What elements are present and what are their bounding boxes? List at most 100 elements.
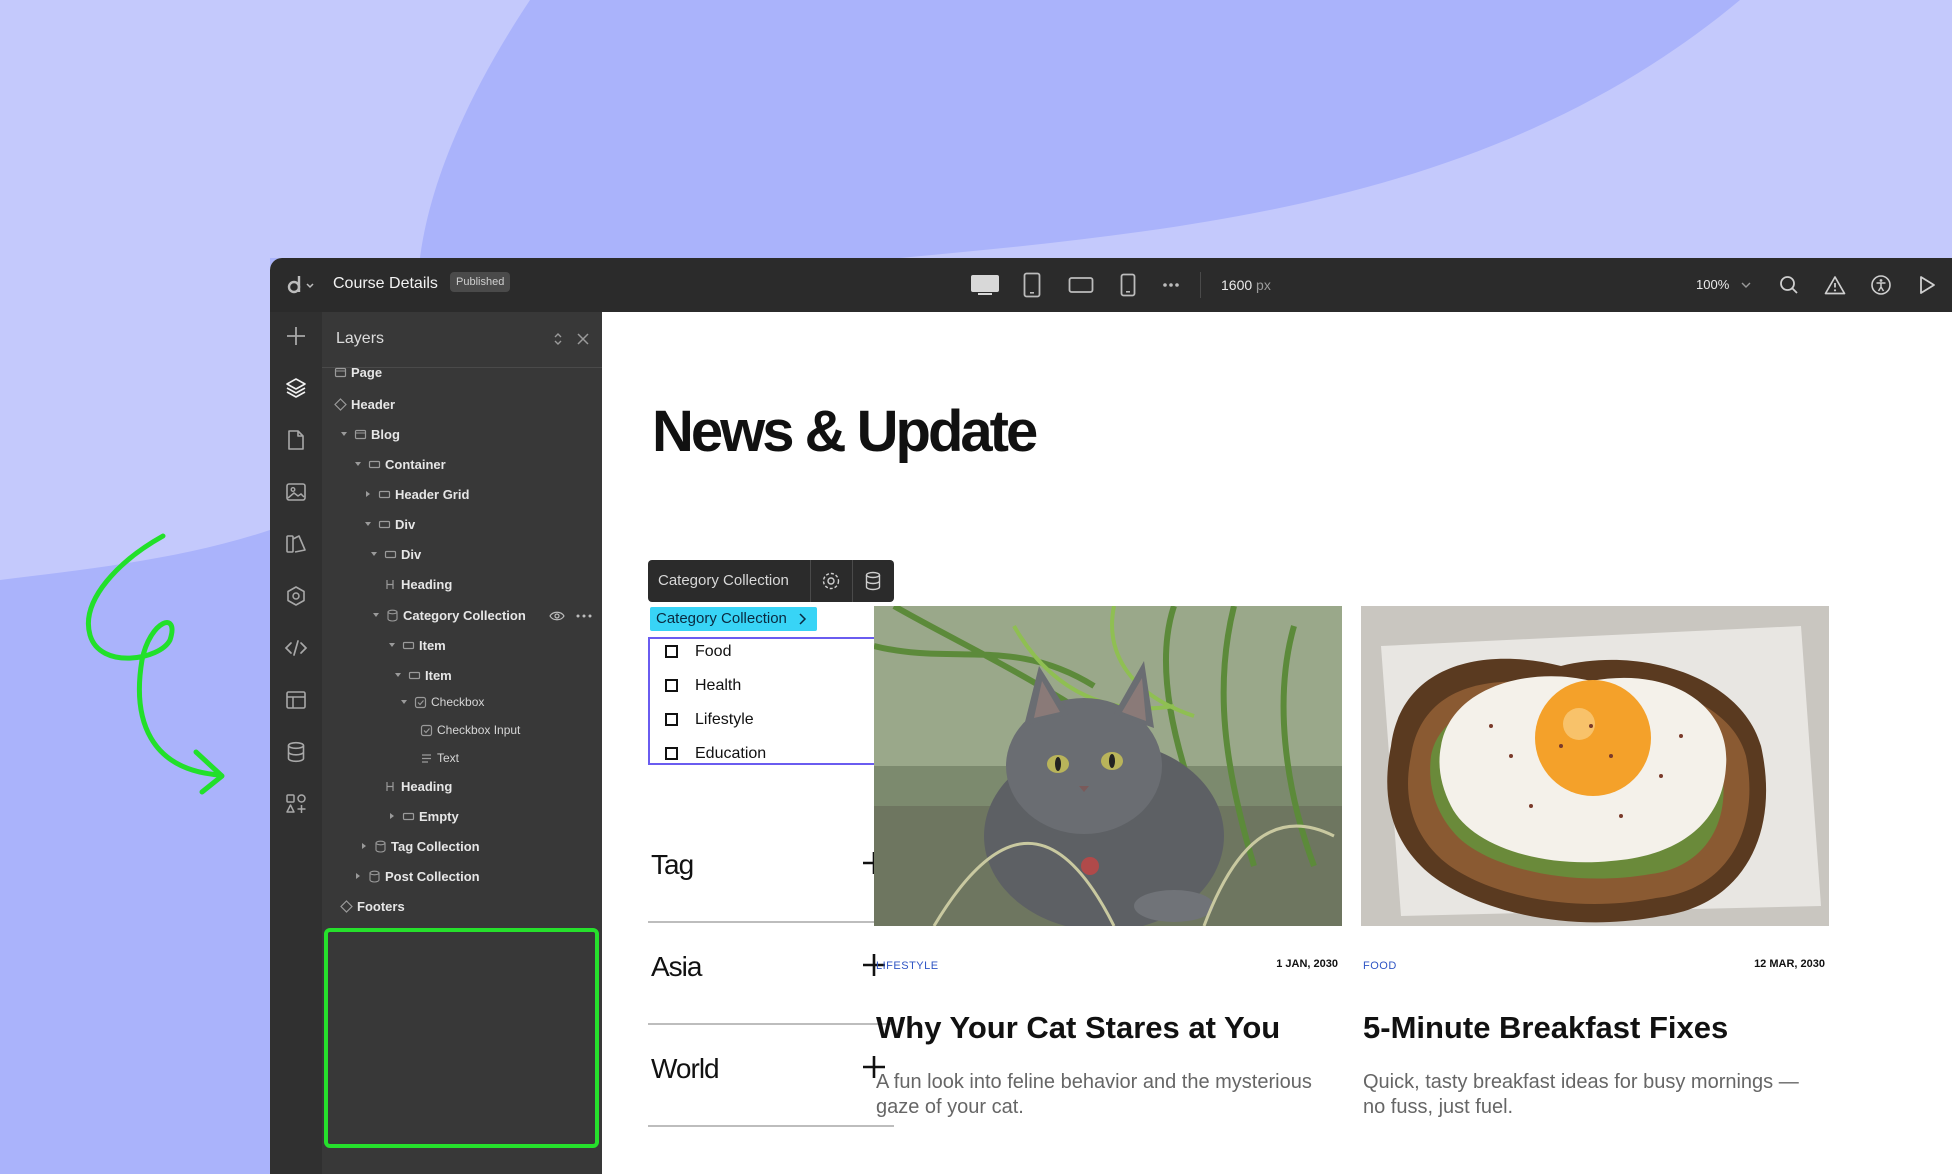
search-icon[interactable]	[1776, 272, 1802, 298]
collection-icon	[387, 609, 398, 622]
project-title[interactable]: Course Details	[333, 275, 438, 293]
layer-row[interactable]: Checkbox	[322, 692, 602, 714]
settings-gear-icon[interactable]	[821, 571, 841, 591]
styles-icon[interactable]	[282, 530, 310, 558]
caret-right-icon[interactable]	[388, 812, 396, 820]
caret-right-icon[interactable]	[364, 490, 372, 498]
div-icon	[378, 490, 391, 499]
warning-icon[interactable]	[1822, 272, 1848, 298]
checkbox-input[interactable]	[665, 747, 678, 760]
zoom-select[interactable]: 100%	[1696, 277, 1751, 292]
checkbox-label: Education	[695, 745, 767, 762]
component-icon	[334, 398, 347, 411]
components-icon[interactable]	[282, 582, 310, 610]
heading-icon	[386, 580, 394, 589]
post-image[interactable]	[874, 606, 1342, 926]
database-icon[interactable]	[864, 571, 882, 591]
caret-down-icon[interactable]	[372, 611, 380, 619]
category-checkbox[interactable]: Food	[665, 643, 865, 663]
layer-row[interactable]: Heading	[322, 574, 602, 596]
accordion-item[interactable]: Asia	[648, 923, 894, 1025]
landscape-view-icon[interactable]	[1068, 270, 1094, 300]
tablet-view-icon[interactable]	[1022, 270, 1042, 300]
layer-row[interactable]: Post Collection	[322, 866, 602, 888]
accordion-item[interactable]: World	[648, 1025, 894, 1127]
add-element-icon[interactable]	[282, 322, 310, 350]
layer-row[interactable]: Container	[322, 454, 602, 476]
layer-label: Container	[385, 457, 446, 472]
layer-row[interactable]: Tag Collection	[322, 836, 602, 858]
layer-row[interactable]: Item	[322, 665, 602, 687]
layer-row[interactable]: Item	[322, 635, 602, 657]
element-toolbar-label[interactable]: Category Collection	[658, 572, 789, 589]
layers-panel-header: Layers	[322, 312, 602, 368]
selected-element-tag[interactable]: Category Collection	[650, 607, 817, 631]
database-icon[interactable]	[282, 738, 310, 766]
checkbox-icon	[420, 724, 433, 737]
layer-row[interactable]: Empty	[322, 806, 602, 828]
category-checkbox[interactable]: Lifestyle	[665, 711, 865, 731]
div-icon	[402, 812, 415, 821]
caret-right-icon[interactable]	[354, 872, 362, 880]
post-title[interactable]: 5-Minute Breakfast Fixes	[1363, 1010, 1728, 1046]
cat-photo	[874, 606, 1342, 926]
caret-down-icon[interactable]	[340, 430, 348, 438]
app-logo-icon[interactable]	[286, 272, 316, 298]
layer-row[interactable]: Div	[322, 514, 602, 536]
more-options-icon[interactable]	[576, 613, 592, 619]
code-icon[interactable]	[282, 634, 310, 662]
layer-label: Header Grid	[395, 487, 470, 502]
apps-icon[interactable]	[282, 790, 310, 818]
mobile-view-icon[interactable]	[1120, 270, 1136, 300]
layer-row[interactable]: Header	[322, 394, 602, 416]
post-category[interactable]: FOOD	[1363, 960, 1397, 972]
canvas-width-readout[interactable]: 1600 px	[1221, 277, 1271, 293]
page-heading[interactable]: News & Update	[652, 398, 1038, 465]
checkbox-icon	[414, 696, 427, 709]
caret-down-icon[interactable]	[400, 698, 408, 706]
caret-down-icon[interactable]	[354, 460, 362, 468]
visibility-eye-icon[interactable]	[549, 609, 565, 623]
more-devices-icon[interactable]	[1162, 270, 1180, 300]
layout-icon[interactable]	[282, 686, 310, 714]
checkbox-input[interactable]	[665, 679, 678, 692]
pages-icon[interactable]	[282, 426, 310, 454]
layer-row[interactable]: Heading	[322, 776, 602, 798]
caret-down-icon[interactable]	[388, 641, 396, 649]
post-image[interactable]	[1361, 606, 1829, 926]
page-icon	[334, 367, 347, 378]
sort-icon[interactable]	[549, 330, 567, 348]
caret-down-icon[interactable]	[364, 520, 372, 528]
layer-row[interactable]: Div	[322, 544, 602, 566]
category-checkbox[interactable]: Health	[665, 677, 865, 697]
layer-label: Item	[419, 638, 446, 653]
layer-label: Header	[351, 397, 396, 412]
caret-down-icon[interactable]	[370, 550, 378, 558]
layer-row[interactable]: Category Collection	[322, 605, 602, 627]
caret-down-icon[interactable]	[394, 671, 402, 679]
layer-label: Heading	[401, 779, 453, 794]
category-checkbox[interactable]: Education	[665, 745, 865, 765]
accordion-item[interactable]: Tag	[648, 821, 894, 923]
layer-row[interactable]: Page	[322, 362, 602, 384]
layer-row[interactable]: Footers	[322, 896, 602, 918]
checkbox-input[interactable]	[665, 645, 678, 658]
play-preview-icon[interactable]	[1914, 272, 1940, 298]
accessibility-icon[interactable]	[1868, 272, 1894, 298]
layer-row[interactable]: Checkbox Input	[322, 720, 602, 742]
post-category[interactable]: LIFESTYLE	[876, 960, 939, 972]
checkbox-input[interactable]	[665, 713, 678, 726]
close-icon[interactable]	[574, 330, 592, 348]
top-bar: Course Details Published 1600 px 100%	[270, 258, 1952, 312]
post-title[interactable]: Why Your Cat Stares at You	[876, 1010, 1280, 1046]
category-collection-selection[interactable]: Food Health Lifestyle Education	[648, 637, 888, 765]
caret-right-icon[interactable]	[360, 842, 368, 850]
layer-row[interactable]: Text	[322, 748, 602, 770]
layer-row[interactable]: Blog	[322, 424, 602, 446]
page-canvas[interactable]: News & Update Category Collection Catego…	[602, 312, 1952, 1174]
layer-row[interactable]: Header Grid	[322, 484, 602, 506]
checkbox-label: Health	[695, 677, 742, 694]
desktop-view-icon[interactable]	[970, 270, 1000, 300]
layers-icon[interactable]	[282, 374, 310, 402]
media-icon[interactable]	[282, 478, 310, 506]
